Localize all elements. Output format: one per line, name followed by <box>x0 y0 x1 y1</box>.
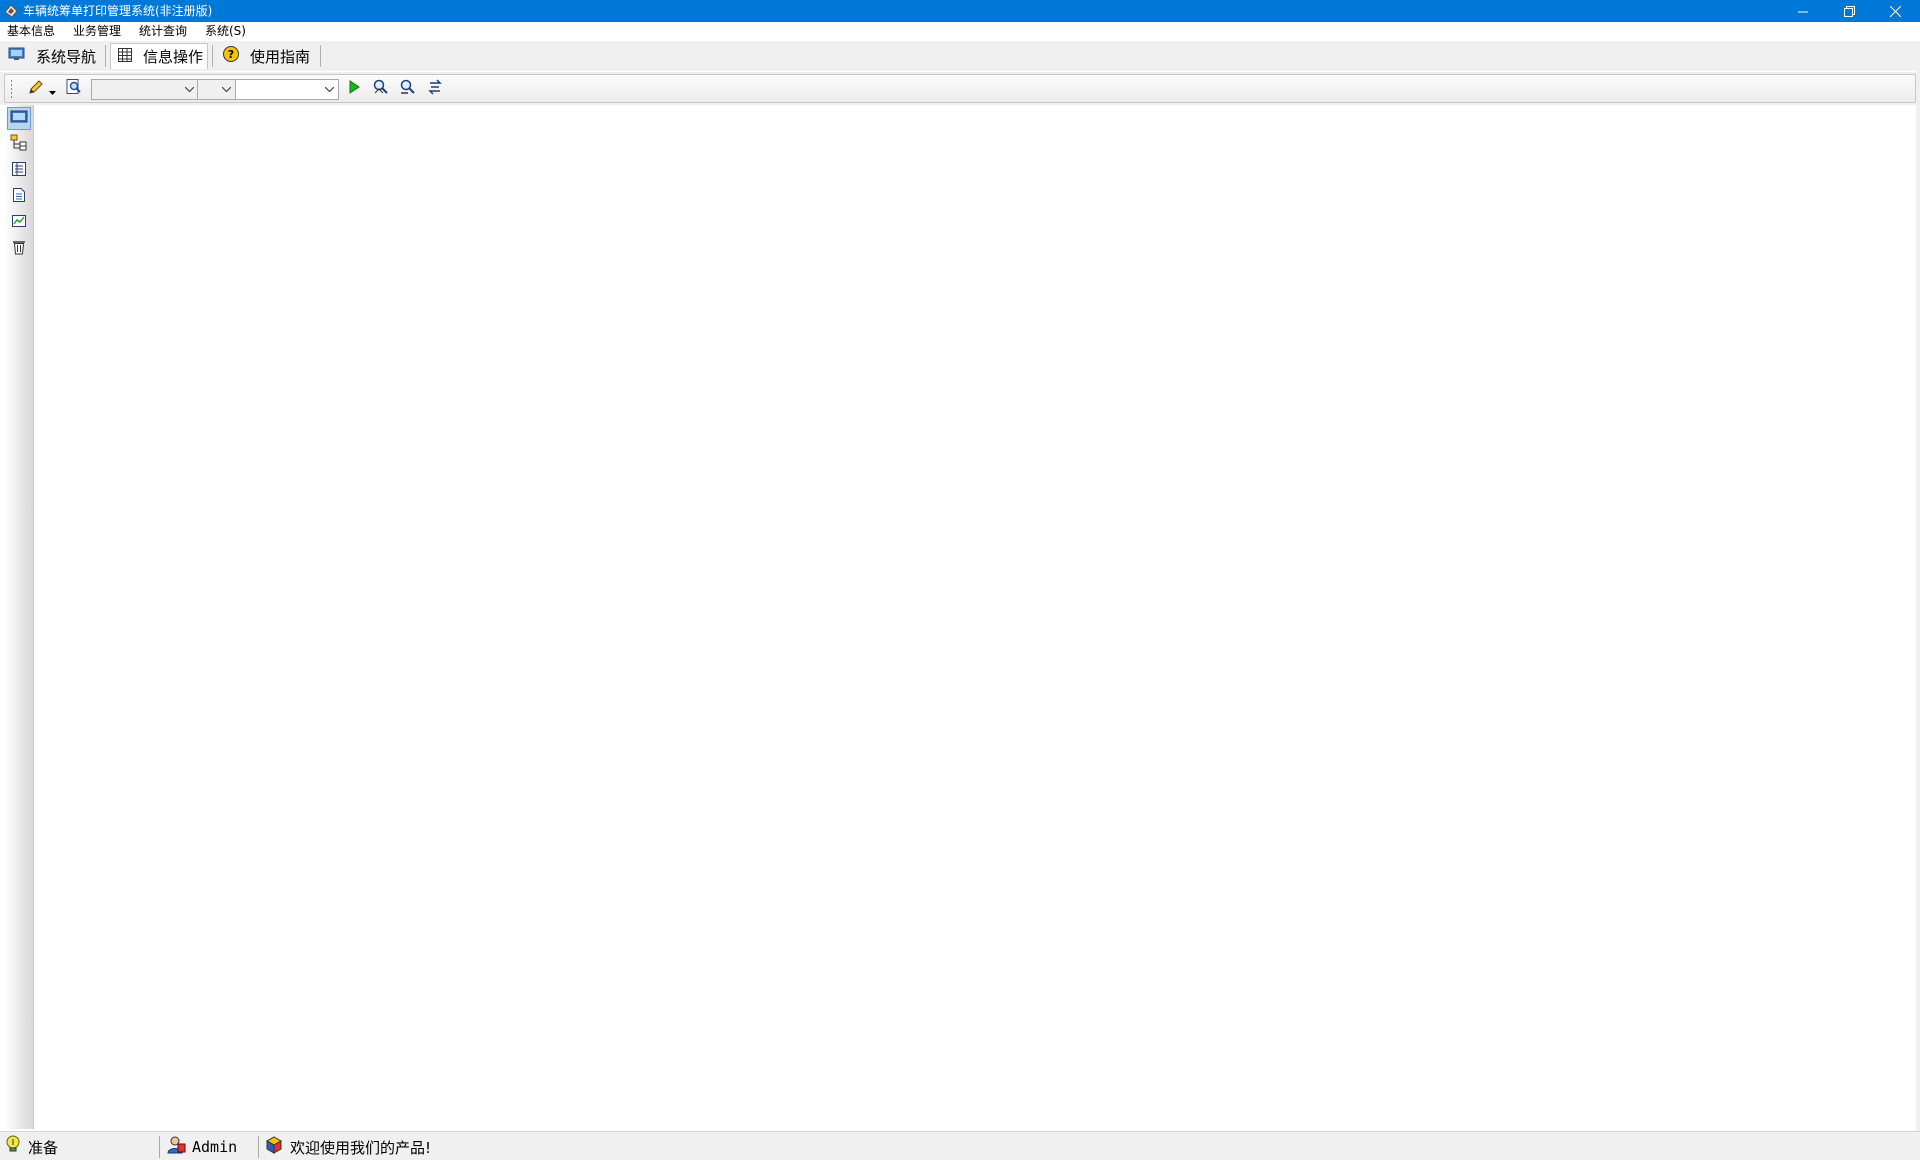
run-play-icon <box>347 79 361 99</box>
menu-system[interactable]: 系统(S) <box>205 24 246 39</box>
window-edge <box>1916 41 1920 1131</box>
help-question-icon: ? <box>222 45 240 67</box>
tab-separator <box>105 45 106 67</box>
status-state: 准备 <box>28 1138 59 1157</box>
status-separator <box>258 1136 259 1158</box>
chevron-down-icon <box>48 80 56 99</box>
status-user-panel: Admin <box>166 1135 237 1159</box>
value-input[interactable] <box>235 79 339 100</box>
sidebar-item-list[interactable] <box>7 159 31 182</box>
ready-bulb-icon <box>4 1135 22 1159</box>
edit-button[interactable] <box>25 79 47 99</box>
pencil-edit-icon <box>27 78 45 100</box>
document-icon <box>12 187 26 207</box>
minimize-button[interactable] <box>1780 0 1826 22</box>
svg-text:?: ? <box>228 48 234 61</box>
find-button[interactable] <box>370 79 392 99</box>
close-icon <box>1889 2 1901 21</box>
sidebar-item-structure[interactable] <box>7 133 31 156</box>
main-workspace <box>35 105 1916 1129</box>
menu-statistics[interactable]: 统计查询 <box>139 24 187 39</box>
status-user: Admin <box>192 1138 238 1156</box>
tab-user-guide[interactable]: ? 使用指南 <box>216 43 316 69</box>
field-select[interactable] <box>91 79 199 100</box>
chevron-down-icon <box>181 80 198 99</box>
chart-image-icon <box>11 213 27 233</box>
chevron-down-icon <box>218 80 235 99</box>
restore-button[interactable] <box>1826 0 1872 22</box>
edit-dropdown-button[interactable] <box>47 79 57 99</box>
tab-separator <box>320 45 321 67</box>
menu-bar: 基本信息 业务管理 统计查询 系统(S) <box>0 22 1920 41</box>
preview-button[interactable] <box>63 79 85 99</box>
status-state-panel: 准备 <box>4 1135 58 1159</box>
menu-business[interactable]: 业务管理 <box>73 24 121 39</box>
minimize-icon <box>1798 2 1808 21</box>
preview-icon <box>65 78 83 100</box>
toolbar <box>4 74 1916 103</box>
window-title: 车辆统筹单打印管理系统(非注册版) <box>23 4 213 18</box>
screen-icon <box>10 109 28 129</box>
user-avatar-icon <box>166 1135 186 1159</box>
left-sidebar <box>4 105 34 1129</box>
sidebar-item-chart[interactable] <box>7 211 31 234</box>
tab-label: 信息操作 <box>143 48 204 66</box>
sidebar-item-delete[interactable] <box>7 237 31 260</box>
monitor-icon <box>8 46 26 66</box>
tab-system-navigation[interactable]: 系统导航 <box>2 43 102 69</box>
tree-structure-icon <box>10 134 28 156</box>
list-view-icon <box>11 161 27 181</box>
reset-filter-button[interactable] <box>424 79 446 99</box>
find-next-icon <box>399 78 417 100</box>
delete-bin-icon <box>11 239 27 259</box>
chevron-down-icon <box>321 80 338 99</box>
sidebar-item-document[interactable] <box>7 185 31 208</box>
menu-basic-info[interactable]: 基本信息 <box>7 24 55 39</box>
close-button[interactable] <box>1872 0 1918 22</box>
status-message-panel: 欢迎使用我们的产品! <box>264 1135 431 1159</box>
status-separator <box>159 1136 160 1158</box>
navigation-tab-bar: 系统导航 信息操作 ? 使用指南 <box>0 41 1920 71</box>
tab-label: 使用指南 <box>250 47 311 66</box>
restore-icon <box>1843 2 1855 21</box>
tab-separator <box>212 45 213 67</box>
app-logo-icon <box>3 3 19 19</box>
toolbar-grip[interactable] <box>10 79 14 99</box>
tab-label: 系统导航 <box>36 47 97 66</box>
tab-info-operation[interactable]: 信息操作 <box>110 43 208 69</box>
status-bar: 准备 Admin 欢迎使用我们的产品! <box>0 1131 1920 1160</box>
run-query-button[interactable] <box>343 79 365 99</box>
table-grid-icon <box>117 47 133 67</box>
title-bar: 车辆统筹单打印管理系统(非注册版) <box>0 0 1920 22</box>
product-cubes-icon <box>264 1135 284 1159</box>
sidebar-item-screen[interactable] <box>7 107 31 130</box>
operator-select[interactable] <box>197 79 236 100</box>
status-message: 欢迎使用我们的产品! <box>290 1138 432 1157</box>
refresh-filter-icon <box>426 78 444 100</box>
find-next-button[interactable] <box>397 79 419 99</box>
find-icon <box>372 78 390 100</box>
toolbar-area <box>0 72 1920 105</box>
